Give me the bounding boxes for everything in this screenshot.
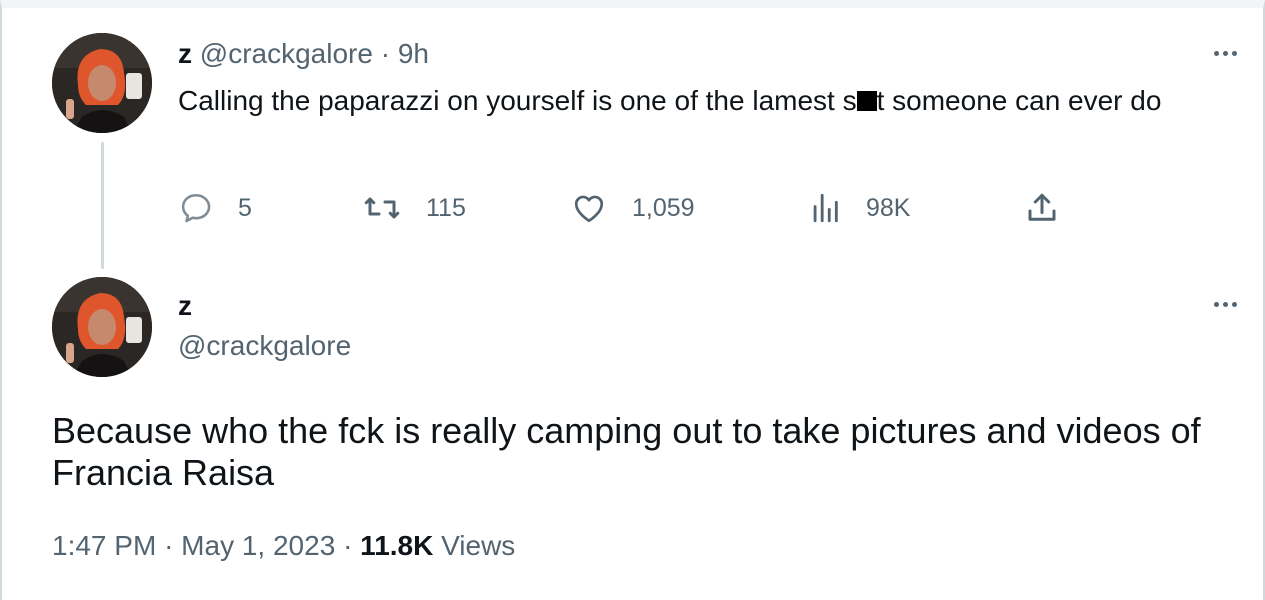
- reply-button[interactable]: 5: [178, 190, 252, 226]
- separator: ·: [380, 38, 391, 69]
- tweet-text: Because who the fck is really camping ou…: [52, 410, 1201, 493]
- views-label: Views: [441, 530, 516, 561]
- like-button[interactable]: 1,059: [570, 190, 695, 226]
- reply-count: 5: [238, 193, 252, 222]
- tweet-actions: 5 115 1,059 98K: [178, 190, 1078, 230]
- like-count: 1,059: [632, 193, 695, 222]
- user-handle[interactable]: @crackgalore: [200, 38, 373, 69]
- tweet-meta: 1:47 PM · May 1, 2023 · 11.8K Views: [52, 530, 515, 562]
- display-name[interactable]: z: [178, 290, 192, 322]
- redaction-block: [856, 91, 877, 111]
- more-icon[interactable]: [1214, 302, 1237, 307]
- display-name[interactable]: z: [178, 38, 192, 69]
- tweet-header: z @crackgalore · 9h: [178, 36, 429, 72]
- like-icon: [574, 195, 604, 223]
- retweet-count: 115: [426, 193, 466, 222]
- avatar[interactable]: [52, 277, 152, 377]
- retweet-button[interactable]: 115: [362, 190, 466, 226]
- tweet-text: Calling the paparazzi on yourself is one…: [178, 80, 1218, 122]
- user-handle[interactable]: @crackgalore: [178, 330, 351, 362]
- more-icon[interactable]: [1214, 51, 1237, 56]
- reply-icon: [181, 193, 211, 223]
- analytics-button[interactable]: 98K: [808, 190, 910, 226]
- share-icon: [1028, 193, 1056, 221]
- separator: ·: [164, 530, 174, 561]
- tweet-time[interactable]: 9h: [398, 38, 429, 69]
- views-count: 98K: [866, 193, 911, 222]
- share-button[interactable]: [1024, 190, 1060, 226]
- tweet-date[interactable]: May 1, 2023: [181, 530, 335, 561]
- tweet-text-part-1: Calling the paparazzi on yourself is one…: [178, 85, 857, 116]
- avatar[interactable]: [52, 33, 152, 133]
- tweet-text-part-2: t someone can ever do: [876, 85, 1162, 116]
- retweet-icon: [364, 197, 400, 219]
- tweet-time[interactable]: 1:47 PM: [52, 530, 156, 561]
- separator: ·: [343, 530, 353, 561]
- thread-line: [101, 142, 104, 269]
- views-count: 11.8K: [360, 530, 434, 561]
- analytics-icon: [813, 193, 838, 223]
